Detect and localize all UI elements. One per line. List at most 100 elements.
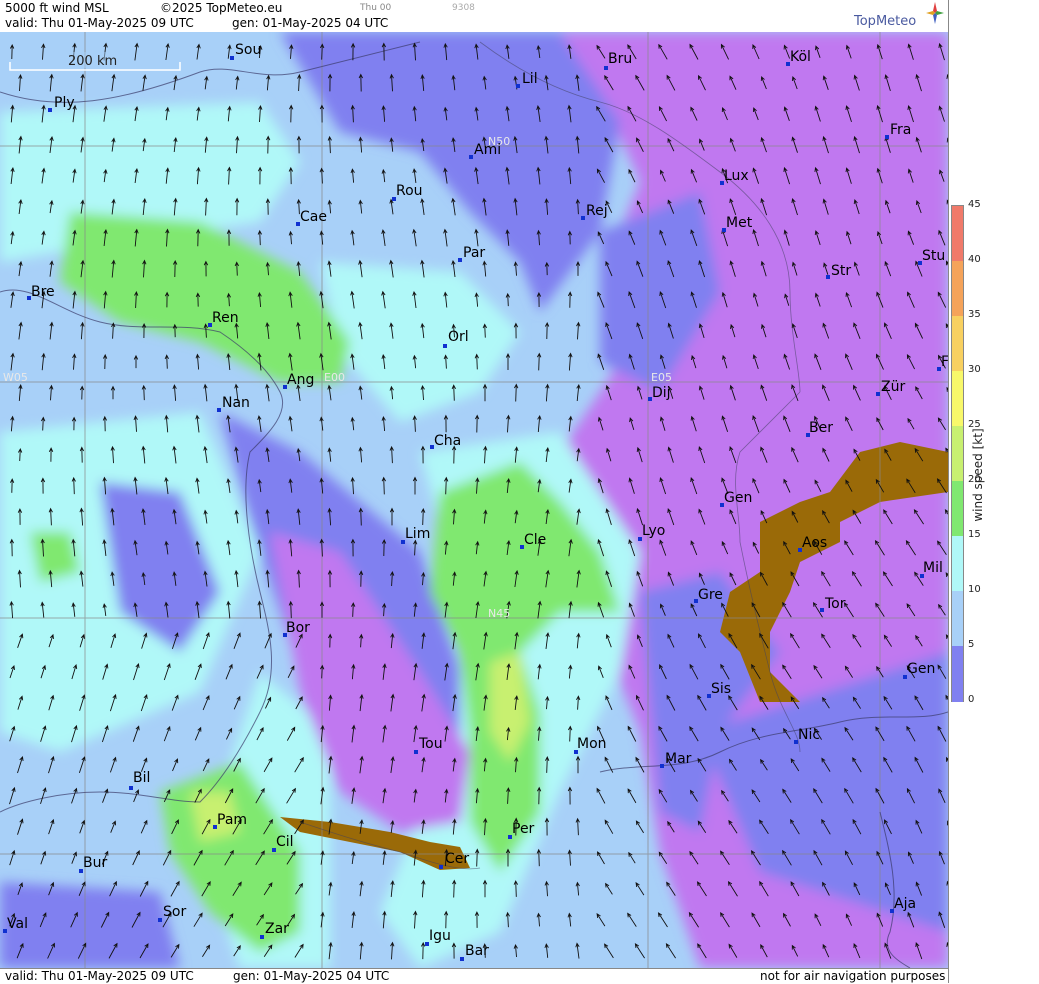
svg-text:Lux: Lux	[724, 168, 749, 184]
city-marker-igu[interactable]: Igu	[425, 928, 451, 946]
footer-valid-time: valid: Thu 01-May-2025 09 UTC	[5, 969, 194, 983]
city-marker-gen-ch[interactable]: Gen	[720, 490, 752, 507]
colorbar-panel: 45 40 35 30 25 20 15 10 5 0 wind speed [kt]	[948, 0, 1039, 983]
city-marker-ber[interactable]: Ber	[806, 420, 833, 437]
colorbar-segment	[952, 536, 963, 592]
colorbar-tick-label: 30	[968, 364, 981, 375]
svg-text:Stu: Stu	[922, 248, 945, 264]
svg-text:Mon: Mon	[577, 736, 607, 752]
svg-text:Ber: Ber	[809, 420, 833, 436]
generated-time: gen: 01-May-2025 04 UTC	[232, 16, 389, 30]
city-marker-cil[interactable]: Cil	[272, 834, 294, 852]
svg-text:Cae: Cae	[300, 209, 327, 225]
city-marker-cae[interactable]: Cae	[296, 209, 327, 226]
colorbar-tick-label: 15	[968, 529, 981, 540]
svg-text:Ply: Ply	[54, 95, 75, 111]
city-marker-bor[interactable]: Bor	[283, 620, 310, 637]
city-marker-ren[interactable]: Ren	[208, 310, 239, 327]
city-marker-bre[interactable]: Bre	[27, 284, 55, 300]
svg-text:Mil: Mil	[923, 560, 943, 576]
colorbar-segment	[952, 206, 963, 262]
grid-label-e05: E05	[651, 371, 672, 384]
svg-text:Gen: Gen	[724, 490, 752, 506]
svg-text:Cle: Cle	[524, 532, 546, 548]
colorbar-tick-label: 45	[968, 199, 981, 210]
svg-text:Rou: Rou	[396, 183, 423, 199]
svg-text:Bre: Bre	[31, 284, 55, 300]
svg-text:Gre: Gre	[698, 587, 723, 603]
colorbar-tick-label: 10	[968, 584, 981, 595]
svg-text:Zür: Zür	[881, 379, 905, 395]
city-marker-mil[interactable]: Mil	[920, 560, 943, 578]
city-marker-ami[interactable]: Ami	[469, 142, 501, 159]
svg-text:Aja: Aja	[894, 896, 916, 912]
city-marker-lux[interactable]: Lux	[720, 168, 749, 185]
colorbar-tick-label: 35	[968, 309, 981, 320]
city-marker-gre[interactable]: Gre	[694, 587, 723, 603]
city-marker-met[interactable]: Met	[722, 215, 753, 232]
city-marker-ang[interactable]: Ang	[283, 372, 314, 389]
colorbar-segment	[952, 371, 963, 427]
svg-text:Bru: Bru	[608, 51, 632, 67]
city-marker-lim[interactable]: Lim	[401, 526, 430, 544]
run-code: 9308	[452, 3, 475, 13]
city-marker-mar[interactable]: Mar	[660, 751, 692, 768]
city-marker-cle[interactable]: Cle	[520, 532, 546, 549]
svg-text:Par: Par	[463, 245, 485, 261]
city-marker-lyo[interactable]: Lyo	[638, 523, 665, 541]
svg-text:Rej: Rej	[586, 203, 608, 219]
city-marker-nan[interactable]: Nan	[217, 395, 250, 412]
svg-text:Cha: Cha	[434, 433, 461, 449]
city-marker-bur[interactable]: Bur	[79, 855, 107, 873]
city-marker-aja[interactable]: Aja	[890, 896, 916, 913]
city-marker-rou[interactable]: Rou	[392, 183, 423, 201]
colorbar-tick-label: 0	[968, 694, 975, 705]
svg-text:Ren: Ren	[212, 310, 239, 326]
city-marker-per[interactable]: Per	[508, 821, 535, 839]
svg-text:Mar: Mar	[665, 751, 692, 767]
svg-text:Dij: Dij	[652, 385, 671, 401]
city-marker-cha[interactable]: Cha	[430, 433, 461, 449]
city-marker-gen-it[interactable]: Gen	[903, 661, 935, 679]
city-marker-tou[interactable]: Tou	[414, 736, 443, 754]
wind-map[interactable]: 200 km N50 N45 W05 E00 E05 Sou Bru Köl P…	[0, 32, 948, 968]
city-marker-nic[interactable]: Nic	[794, 727, 820, 744]
svg-text:Fra: Fra	[890, 122, 911, 138]
city-marker-stu[interactable]: Stu	[918, 248, 945, 265]
city-marker-kol[interactable]: Köl	[786, 49, 811, 66]
svg-text:Nic: Nic	[798, 727, 820, 743]
colorbar-segment	[952, 646, 963, 702]
svg-text:Sis: Sis	[711, 681, 731, 697]
svg-text:Gen: Gen	[907, 661, 935, 677]
city-marker-zur[interactable]: Zür	[876, 379, 905, 396]
svg-text:Aos: Aos	[802, 535, 827, 551]
svg-text:Bor: Bor	[286, 620, 310, 636]
city-marker-pam[interactable]: Pam	[213, 812, 247, 829]
disclaimer-text: not for air navigation purposes	[760, 969, 946, 983]
svg-text:Bur: Bur	[83, 855, 107, 871]
svg-text:Ang: Ang	[287, 372, 314, 388]
city-marker-bar[interactable]: Bar	[460, 943, 489, 961]
city-marker-zar[interactable]: Zar	[260, 921, 289, 939]
day-tag: Thu 00	[360, 3, 392, 13]
colorbar-tick-label: 5	[968, 639, 975, 650]
svg-text:Köl: Köl	[790, 49, 811, 65]
svg-text:Cil: Cil	[276, 834, 294, 850]
city-marker-val[interactable]: Val	[3, 916, 28, 933]
product-title: 5000 ft wind MSL	[5, 1, 109, 15]
colorbar-title: wind speed [kt]	[971, 428, 985, 522]
city-marker-sis[interactable]: Sis	[707, 681, 731, 698]
svg-text:Bil: Bil	[133, 770, 150, 786]
city-marker-mon[interactable]: Mon	[574, 736, 607, 754]
svg-text:Tou: Tou	[418, 736, 443, 752]
city-marker-sou[interactable]: Sou	[230, 42, 261, 60]
city-marker-par[interactable]: Par	[458, 245, 485, 262]
colorbar-segment	[952, 316, 963, 372]
svg-text:Ami: Ami	[474, 142, 501, 158]
svg-text:Bar: Bar	[465, 943, 489, 959]
valid-time: valid: Thu 01-May-2025 09 UTC	[5, 16, 194, 30]
city-marker-sor[interactable]: Sor	[158, 904, 186, 922]
grid-label-w05: W05	[3, 371, 28, 384]
city-marker-dij[interactable]: Dij	[648, 385, 671, 401]
city-marker-aos[interactable]: Aos	[798, 535, 827, 552]
